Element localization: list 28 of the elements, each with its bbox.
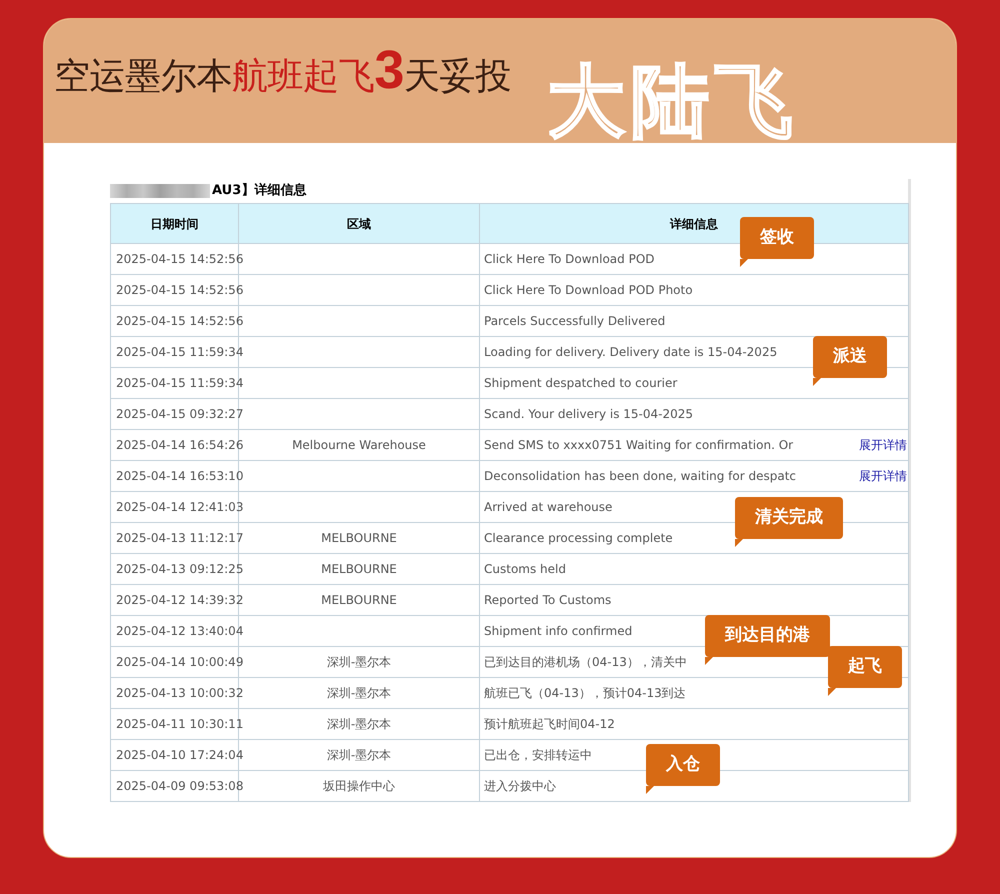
detail-text: 预计航班起飞时间04-12 bbox=[484, 716, 615, 733]
banner-title-part: 航班起飞 bbox=[232, 55, 374, 99]
column-header: 日期时间 bbox=[111, 203, 239, 244]
detail-text: Deconsolidation has been done, waiting for despatc bbox=[484, 468, 796, 485]
detail-text: Customs held bbox=[484, 561, 566, 578]
detail-text: 航班已飞（04-13），预计04-13到达 bbox=[484, 685, 686, 702]
brand-outline-text: 大陆飞 bbox=[546, 63, 799, 141]
detail-text: Shipment despatched to courier bbox=[484, 375, 678, 392]
banner-title-part: 空运墨尔本 bbox=[54, 55, 232, 99]
detail-text: Send SMS to xxxx0751 Waiting for confirmation. Or bbox=[484, 437, 794, 454]
detail-text: Loading for delivery. Delivery date is 15-04-2025 bbox=[484, 344, 778, 361]
column-header: 区域 bbox=[239, 203, 480, 244]
detail-text: Reported To Customs bbox=[484, 592, 612, 609]
detail-text: Arrived at warehouse bbox=[484, 499, 612, 516]
detail-text: 进入分拨中心 bbox=[484, 778, 556, 795]
tracking-title: AU3】详细信息 bbox=[212, 182, 306, 200]
banner-title-part: 3 bbox=[374, 39, 404, 102]
banner-title-part: 天妥投 bbox=[404, 55, 511, 99]
detail-text: Shipment info confirmed bbox=[484, 623, 632, 640]
expand-details-link[interactable]: 展开详情 bbox=[859, 467, 908, 485]
detail-text: Parcels Successfully Delivered bbox=[484, 313, 666, 330]
expand-details-link[interactable]: 展开详情 bbox=[859, 436, 908, 454]
detail-text: 已到达目的港机场（04-13），清关中 bbox=[484, 654, 687, 671]
detail-text: Scand. Your delivery is 15-04-2025 bbox=[484, 406, 693, 423]
detail-text: Click Here To Download POD bbox=[484, 251, 655, 268]
detail-text: Click Here To Download POD Photo bbox=[484, 282, 693, 299]
detail-text: Clearance processing complete bbox=[484, 530, 673, 547]
detail-text: 已出仓，安排转运中 bbox=[484, 747, 592, 764]
